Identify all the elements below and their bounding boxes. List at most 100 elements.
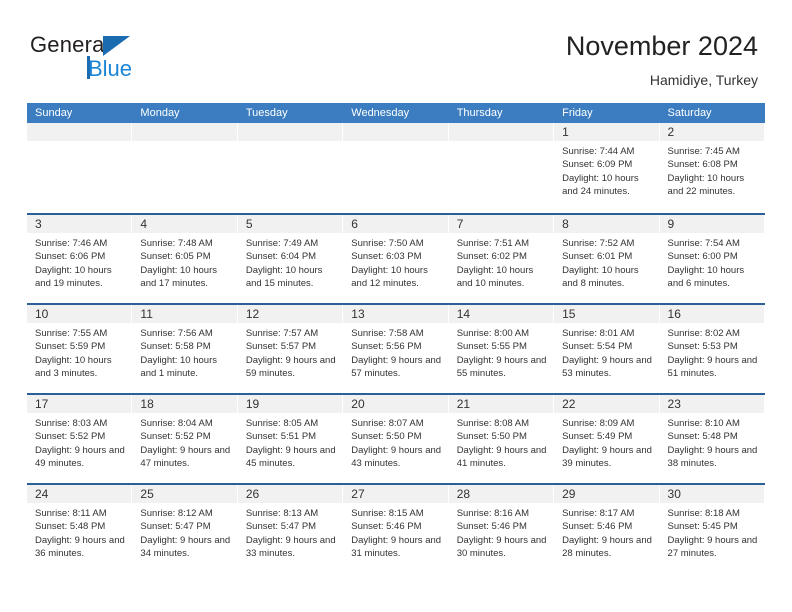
- sun-info: Sunrise: 7:58 AM Sunset: 5:56 PM Daylight:…: [343, 323, 447, 380]
- day-number: 9: [659, 215, 764, 233]
- sun-info: Sunrise: 7:46 AM Sunset: 6:06 PM Daylight:…: [27, 233, 131, 290]
- sunrise-text: Sunrise: 8:03 AM: [35, 418, 108, 429]
- sunset-text: Sunset: 5:48 PM: [35, 521, 106, 533]
- calendar-week-row: 10 Sunrise: 7:55 AM Sunset: 5:59 PM Dayligh…: [27, 303, 765, 393]
- logo-text-general: General: [30, 32, 110, 57]
- sunrise-text: Sunrise: 7:52 AM: [562, 238, 635, 249]
- calendar-day-cell[interactable]: 11 Sunrise: 7:56 AM Sunset: 5:58 PM Dayligh…: [132, 305, 238, 393]
- calendar-day-cell[interactable]: 3 Sunrise: 7:46 AM Sunset: 6:06 PM Daylight…: [27, 215, 133, 303]
- calendar-day-cell[interactable]: 18 Sunrise: 8:04 AM Sunset: 5:52 PM Dayligh…: [132, 395, 238, 483]
- weekday-friday: Friday: [562, 107, 593, 119]
- sunrise-text: Sunrise: 8:18 AM: [667, 508, 740, 519]
- sunset-text: Sunset: 5:50 PM: [351, 431, 422, 443]
- calendar-day-cell[interactable]: 9 Sunrise: 7:54 AM Sunset: 6:00 PM Daylight…: [659, 215, 765, 303]
- day-number: 6: [343, 215, 448, 233]
- sun-info: Sunrise: 8:13 AM Sunset: 5:47 PM Daylight:…: [238, 503, 342, 560]
- calendar-day-cell[interactable]: 17 Sunrise: 8:03 AM Sunset: 5:52 PM Dayligh…: [27, 395, 133, 483]
- sun-info: Sunrise: 7:52 AM Sunset: 6:01 PM Daylight:…: [554, 233, 658, 290]
- day-number: 8: [554, 215, 659, 233]
- sunset-text: Sunset: 5:49 PM: [562, 431, 633, 443]
- sunset-text: Sunset: 5:59 PM: [35, 341, 106, 353]
- calendar-day-cell[interactable]: 2 Sunrise: 7:45 AM Sunset: 6:08 PM Daylight…: [659, 123, 765, 213]
- daylight-text: Daylight: 10 hours and 17 minutes.: [140, 264, 217, 289]
- sunset-text: Sunset: 6:01 PM: [562, 251, 633, 263]
- sun-info: Sunrise: 7:44 AM Sunset: 6:09 PM Daylight:…: [554, 141, 658, 198]
- calendar-day-cell[interactable]: 22 Sunrise: 8:09 AM Sunset: 5:49 PM Dayligh…: [554, 395, 660, 483]
- sunrise-text: Sunrise: 8:12 AM: [140, 508, 213, 519]
- page-title: November 2024: [565, 31, 758, 61]
- calendar-week-row: 24 Sunrise: 8:11 AM Sunset: 5:48 PM Dayligh…: [27, 483, 765, 573]
- calendar-day-cell[interactable]: 1 Sunrise: 7:44 AM Sunset: 6:09 PM Daylight…: [554, 123, 660, 213]
- sun-info: Sunrise: 7:51 AM Sunset: 6:02 PM Daylight:…: [449, 233, 553, 290]
- sun-info: Sunrise: 8:10 AM Sunset: 5:48 PM Daylight:…: [660, 413, 764, 470]
- daylight-text: Daylight: 10 hours and 1 minute.: [140, 354, 217, 379]
- sunset-text: Sunset: 5:53 PM: [667, 341, 738, 353]
- calendar-day-cell[interactable]: 7 Sunrise: 7:51 AM Sunset: 6:02 PM Daylight…: [448, 215, 555, 303]
- sun-info: Sunrise: 8:15 AM Sunset: 5:46 PM Daylight:…: [343, 503, 447, 560]
- day-number: 14: [448, 305, 554, 323]
- daylight-text: Daylight: 9 hours and 57 minutes.: [351, 354, 442, 379]
- calendar-day-cell[interactable]: 27 Sunrise: 8:15 AM Sunset: 5:46 PM Dayligh…: [343, 485, 449, 573]
- calendar-day-cell-empty: [132, 123, 238, 213]
- day-number: 17: [27, 395, 132, 413]
- sunrise-text: Sunrise: 7:50 AM: [351, 238, 424, 249]
- daylight-text: Daylight: 9 hours and 49 minutes.: [35, 444, 125, 469]
- day-number: 25: [132, 485, 237, 503]
- calendar-day-cell[interactable]: 4 Sunrise: 7:48 AM Sunset: 6:05 PM Daylight…: [132, 215, 238, 303]
- calendar-day-cell-empty: [448, 123, 555, 213]
- daylight-text: Daylight: 9 hours and 59 minutes.: [245, 354, 336, 379]
- calendar-day-cell[interactable]: 19 Sunrise: 8:05 AM Sunset: 5:51 PM Dayligh…: [237, 395, 344, 483]
- calendar-day-cell[interactable]: 29 Sunrise: 8:17 AM Sunset: 5:46 PM Dayligh…: [554, 485, 660, 573]
- sunrise-text: Sunrise: 8:09 AM: [562, 418, 635, 429]
- calendar-day-cell[interactable]: 30 Sunrise: 8:18 AM Sunset: 5:45 PM Dayligh…: [659, 485, 765, 573]
- title-block: November 2024 Hamidiye, Turkey: [566, 30, 758, 90]
- calendar-day-cell[interactable]: 15 Sunrise: 8:01 AM Sunset: 5:54 PM Dayligh…: [554, 305, 660, 393]
- calendar-day-cell[interactable]: 28 Sunrise: 8:16 AM Sunset: 5:46 PM Dayligh…: [448, 485, 555, 573]
- calendar-day-cell[interactable]: 8 Sunrise: 7:52 AM Sunset: 6:01 PM Daylight…: [554, 215, 660, 303]
- sunrise-text: Sunrise: 7:58 AM: [351, 328, 424, 339]
- day-number: 4: [132, 215, 237, 233]
- weekday-sunday: Sunday: [35, 107, 73, 119]
- calendar-day-cell[interactable]: 20 Sunrise: 8:07 AM Sunset: 5:50 PM Dayligh…: [343, 395, 449, 483]
- calendar-day-cell[interactable]: 6 Sunrise: 7:50 AM Sunset: 6:03 PM Daylight…: [343, 215, 449, 303]
- day-number: 24: [27, 485, 132, 503]
- calendar-grid: Sunday Monday Tuesday Wednesday Thursday…: [27, 103, 765, 573]
- calendar-day-cell-empty: [237, 123, 344, 213]
- sun-info: Sunrise: 8:03 AM Sunset: 5:52 PM Daylight:…: [27, 413, 131, 470]
- sunrise-text: Sunrise: 8:01 AM: [562, 328, 635, 339]
- sunrise-text: Sunrise: 8:08 AM: [456, 418, 530, 429]
- calendar-day-cell[interactable]: 16 Sunrise: 8:02 AM Sunset: 5:53 PM Dayligh…: [659, 305, 765, 393]
- sunset-text: Sunset: 6:04 PM: [245, 251, 317, 263]
- calendar-day-cell[interactable]: 5 Sunrise: 7:49 AM Sunset: 6:04 PM Daylight…: [237, 215, 344, 303]
- daylight-text: Daylight: 9 hours and 27 minutes.: [667, 534, 758, 559]
- calendar-day-cell[interactable]: 12 Sunrise: 7:57 AM Sunset: 5:57 PM Dayligh…: [237, 305, 344, 393]
- calendar-day-cell[interactable]: 26 Sunrise: 8:13 AM Sunset: 5:47 PM Dayligh…: [237, 485, 344, 573]
- sun-info: Sunrise: 7:45 AM Sunset: 6:08 PM Daylight:…: [660, 141, 764, 198]
- calendar-day-cell[interactable]: 10 Sunrise: 7:55 AM Sunset: 5:59 PM Dayligh…: [27, 305, 133, 393]
- daylight-text: Daylight: 10 hours and 19 minutes.: [35, 264, 112, 289]
- sunset-text: Sunset: 5:46 PM: [562, 521, 633, 533]
- day-number: 27: [343, 485, 448, 503]
- calendar-day-cell[interactable]: 25 Sunrise: 8:12 AM Sunset: 5:47 PM Dayligh…: [132, 485, 238, 573]
- sunrise-text: Sunrise: 8:16 AM: [456, 508, 530, 519]
- calendar-day-cell[interactable]: 24 Sunrise: 8:11 AM Sunset: 5:48 PM Dayligh…: [27, 485, 133, 573]
- sun-info: Sunrise: 8:01 AM Sunset: 5:54 PM Daylight:…: [554, 323, 658, 380]
- daylight-text: Daylight: 9 hours and 51 minutes.: [667, 354, 758, 379]
- calendar-day-cell[interactable]: 23 Sunrise: 8:10 AM Sunset: 5:48 PM Dayligh…: [659, 395, 765, 483]
- sun-info: Sunrise: 7:55 AM Sunset: 5:59 PM Daylight:…: [27, 323, 131, 380]
- sunset-text: Sunset: 5:57 PM: [245, 341, 317, 353]
- calendar-weeks: 1 Sunrise: 7:44 AM Sunset: 6:09 PM Daylight…: [27, 123, 765, 573]
- day-number: 23: [659, 395, 764, 413]
- calendar-day-cell[interactable]: 14 Sunrise: 8:00 AM Sunset: 5:55 PM Dayligh…: [448, 305, 555, 393]
- blue-triangle-icon: [103, 36, 130, 56]
- weekday-header-row: Sunday Monday Tuesday Wednesday Thursday…: [27, 103, 765, 123]
- general-blue-logo[interactable]: General Blue: [30, 32, 200, 88]
- sunset-text: Sunset: 5:56 PM: [351, 341, 422, 353]
- sunset-text: Sunset: 5:51 PM: [245, 431, 317, 443]
- sunrise-text: Sunrise: 8:10 AM: [667, 418, 740, 429]
- daylight-text: Daylight: 9 hours and 36 minutes.: [35, 534, 125, 559]
- calendar-day-cell[interactable]: 21 Sunrise: 8:08 AM Sunset: 5:50 PM Dayligh…: [448, 395, 555, 483]
- daylight-text: Daylight: 9 hours and 28 minutes.: [562, 534, 652, 559]
- calendar-day-cell[interactable]: 13 Sunrise: 7:58 AM Sunset: 5:56 PM Dayligh…: [343, 305, 449, 393]
- sun-info: Sunrise: 8:08 AM Sunset: 5:50 PM Daylight:…: [449, 413, 553, 470]
